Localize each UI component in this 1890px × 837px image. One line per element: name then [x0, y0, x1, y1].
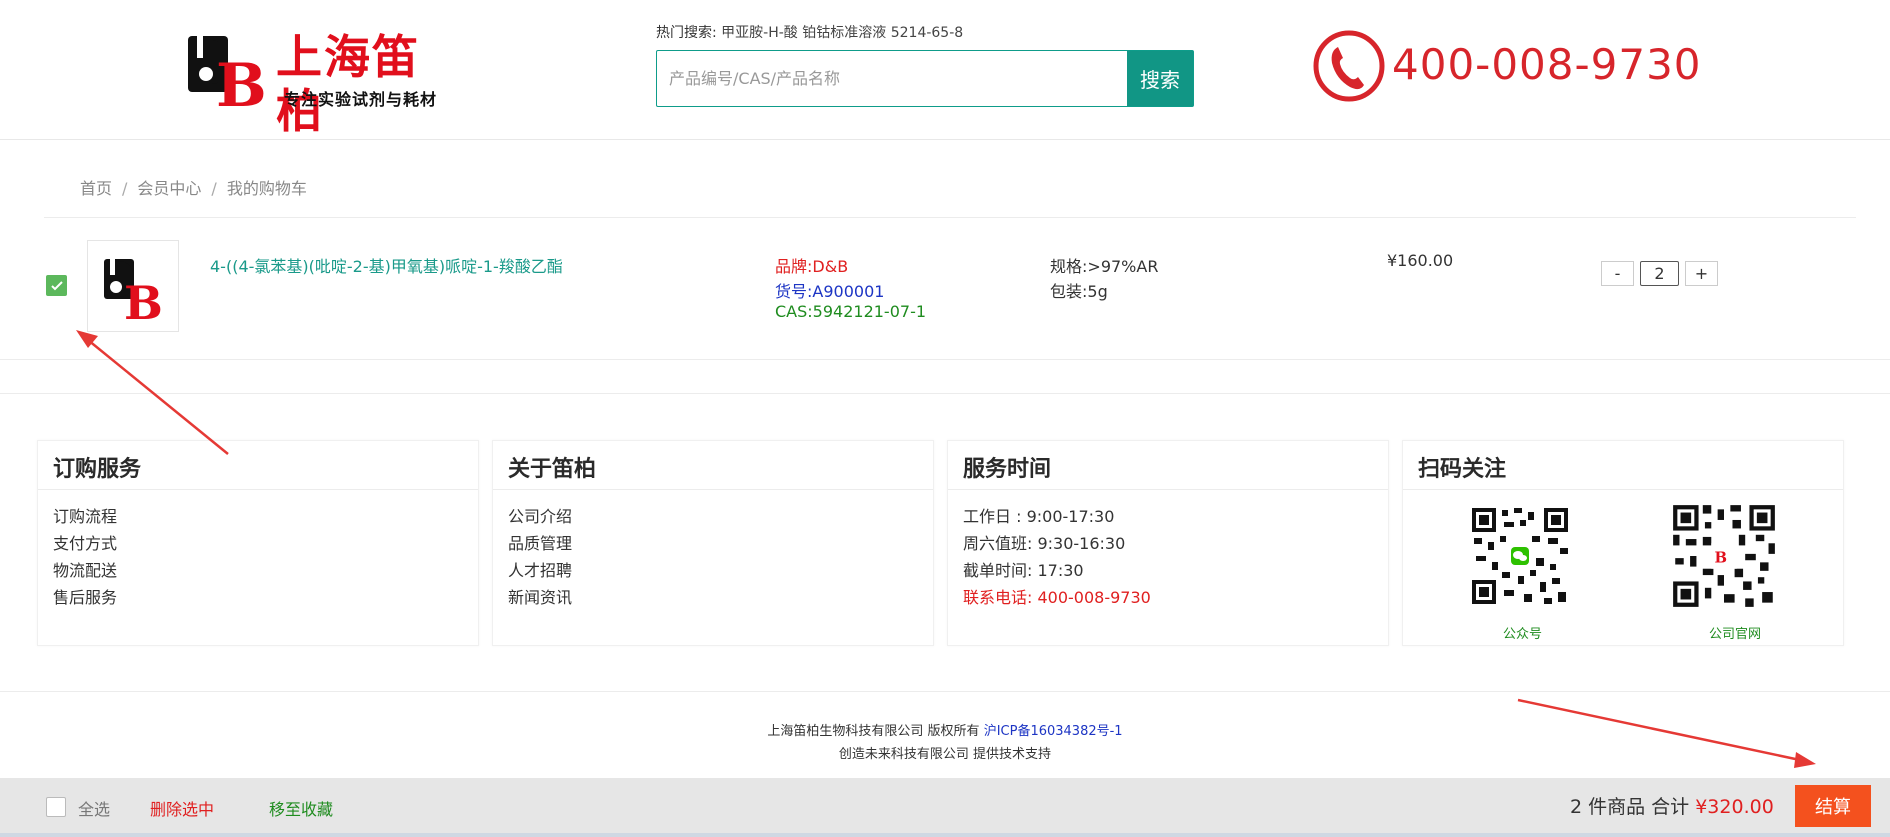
breadcrumb-member[interactable]: 会员中心	[137, 179, 201, 198]
quantity-decrease-button[interactable]: -	[1601, 261, 1634, 286]
footer-col-title: 关于笛柏	[508, 457, 597, 482]
product-thumbnail[interactable]: B	[87, 240, 179, 332]
svg-text:B: B	[124, 276, 163, 330]
breadcrumb-cart: 我的购物车	[226, 179, 307, 198]
cas-label: CAS:	[775, 302, 813, 321]
breadcrumb-sep: /	[122, 179, 128, 198]
delete-selected-button[interactable]: 删除选中	[150, 796, 214, 820]
breadcrumb: 首页 / 会员中心 / 我的购物车	[80, 175, 307, 199]
footer-col-title: 订购服务	[53, 457, 142, 482]
footer-col-qr: 扫码关注 公众号 B 公司官网	[1402, 440, 1844, 646]
footer-link[interactable]: 支付方式	[53, 530, 117, 557]
bar-edge	[0, 833, 1890, 837]
pack-value: 5g	[1087, 282, 1108, 301]
product-sku: 货号:A900001	[775, 278, 884, 302]
hot-term-link[interactable]: 5214-65-8	[891, 25, 963, 41]
divider	[0, 359, 1890, 360]
footer-col-ordering: 订购服务 订购流程 支付方式 物流配送 售后服务	[37, 440, 479, 646]
phone-icon	[1313, 30, 1385, 102]
divider	[948, 489, 1388, 490]
footer-link[interactable]: 品质管理	[508, 530, 572, 557]
hot-search-label: 热门搜索:	[656, 25, 717, 41]
product-pack: 包装:5g	[1050, 278, 1108, 302]
website-qr-icon: B	[1671, 503, 1777, 609]
product-spec: 规格:>97%AR	[1050, 253, 1158, 277]
footer-link[interactable]: 订购流程	[53, 503, 117, 530]
spec-value: >97%AR	[1087, 257, 1159, 276]
divider	[44, 217, 1856, 218]
breadcrumb-sep: /	[211, 179, 217, 198]
product-brand: 品牌:D&B	[775, 253, 848, 277]
quantity-increase-button[interactable]: +	[1685, 261, 1718, 286]
hours-saturday: 周六值班: 9:30-16:30	[963, 534, 1126, 553]
item-checkbox[interactable]	[46, 275, 67, 296]
divider	[0, 393, 1890, 394]
divider	[1403, 489, 1843, 490]
footer-link[interactable]: 人才招聘	[508, 557, 572, 584]
db-logo-icon: B	[188, 32, 266, 110]
contact-phone: 联系电话: 400-008-9730	[963, 588, 1151, 607]
total-amount: ¥320.00	[1695, 796, 1774, 818]
select-all-checkbox[interactable]	[46, 797, 66, 817]
footer-col-title: 扫码关注	[1418, 457, 1507, 482]
quantity-stepper: - 2 +	[1601, 261, 1718, 286]
hot-term-link[interactable]: 铂钴标准溶液	[802, 25, 886, 41]
qr-caption-website: 公司官网	[1709, 627, 1762, 642]
divider	[0, 139, 1890, 140]
footer-link[interactable]: 公司介绍	[508, 503, 572, 530]
logo-slogan: 专注实验试剂与耗材	[284, 90, 438, 109]
search-bar: 搜索	[656, 50, 1194, 107]
pack-label: 包装:	[1050, 282, 1088, 301]
brand-value: D&B	[812, 257, 849, 276]
search-button[interactable]: 搜索	[1127, 51, 1193, 106]
qr-caption-wechat: 公众号	[1503, 627, 1543, 642]
hot-search: 热门搜索: 甲亚胺-H-酸 铂钴标准溶液 5214-65-8	[656, 22, 963, 42]
brand-label: 品牌:	[775, 257, 813, 276]
sku-value: A900001	[812, 282, 885, 301]
divider	[0, 691, 1890, 692]
icp-link[interactable]: 沪ICP备16034382号-1	[984, 724, 1123, 739]
spec-label: 规格:	[1050, 257, 1088, 276]
quantity-input[interactable]: 2	[1640, 261, 1679, 286]
hotline-number: 400-008-9730	[1392, 40, 1702, 89]
search-input[interactable]	[657, 51, 1127, 106]
footer-link[interactable]: 物流配送	[53, 557, 117, 584]
site-logo[interactable]: B 上海笛柏 专注实验试剂与耗材	[186, 30, 456, 138]
db-logo-icon: B	[104, 255, 163, 330]
logo-title: 上海笛柏	[276, 30, 420, 138]
svg-text:B: B	[1714, 549, 1727, 566]
divider	[493, 489, 933, 490]
copyright-line: 上海笛柏生物科技有限公司 版权所有 沪ICP备16034382号-1	[0, 720, 1890, 743]
select-all-label[interactable]: 全选	[78, 796, 110, 820]
cart-summary: 2 件商品 合计 ¥320.00	[1570, 792, 1774, 819]
copyright-text: 上海笛柏生物科技有限公司 版权所有	[767, 724, 980, 739]
copyright: 上海笛柏生物科技有限公司 版权所有 沪ICP备16034382号-1 创造未来科…	[0, 720, 1890, 766]
move-to-favorites-button[interactable]: 移至收藏	[269, 796, 333, 820]
unit-price: ¥160.00	[1387, 251, 1454, 270]
check-icon	[50, 280, 63, 290]
footer-col-about: 关于笛柏 公司介绍 品质管理 人才招聘 新闻资讯	[492, 440, 934, 646]
footer-link[interactable]: 新闻资讯	[508, 584, 572, 611]
footer-link[interactable]: 售后服务	[53, 584, 117, 611]
checkout-button[interactable]: 结算	[1795, 785, 1871, 827]
order-cutoff: 截单时间: 17:30	[963, 561, 1084, 580]
product-name-link[interactable]: 4-((4-氯苯基)(吡啶-2-基)甲氧基)哌啶-1-羧酸乙酯	[210, 253, 563, 277]
wechat-qr-icon	[1470, 506, 1570, 606]
cas-value: 5942121-07-1	[812, 302, 927, 321]
divider	[38, 489, 478, 490]
item-count-text: 2 件商品 合计	[1570, 796, 1690, 818]
sku-label: 货号:	[775, 282, 813, 301]
breadcrumb-home[interactable]: 首页	[80, 179, 112, 198]
svg-text:B: B	[216, 51, 266, 110]
footer-col-title: 服务时间	[963, 457, 1052, 482]
product-cas: CAS:5942121-07-1	[775, 302, 926, 321]
tech-support: 创造未来科技有限公司 提供技术支持	[838, 747, 1052, 762]
hours-weekday: 工作日 : 9:00-17:30	[963, 507, 1115, 526]
hot-term-link[interactable]: 甲亚胺-H-酸	[721, 25, 798, 41]
arrow-to-checkbox	[76, 330, 229, 455]
footer-col-hours: 服务时间 工作日 : 9:00-17:30 周六值班: 9:30-16:30 截…	[947, 440, 1389, 646]
